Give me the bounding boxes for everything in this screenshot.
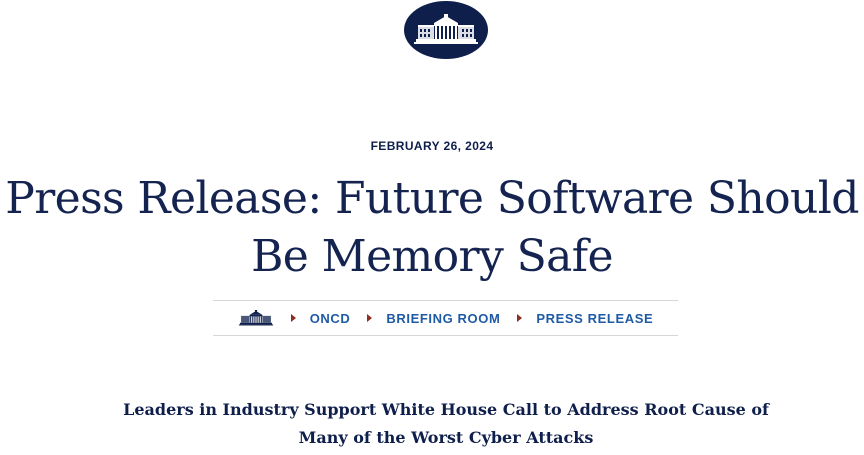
white-house-icon [238, 310, 273, 326]
white-house-logo[interactable] [404, 1, 488, 59]
white-house-icon [414, 14, 478, 44]
chevron-right-icon [290, 314, 296, 322]
breadcrumb-oncd[interactable]: ONCD [310, 311, 351, 326]
page-title: Press Release: Future Software Should Be… [0, 170, 864, 286]
breadcrumb: ONCD BRIEFING ROOM PRESS RELEASE [213, 300, 678, 336]
chevron-right-icon [517, 314, 523, 322]
publish-date: FEBRUARY 26, 2024 [370, 139, 494, 153]
subtitle-line-1: Leaders in Industry Support White House … [123, 400, 769, 419]
article-subtitle: Leaders in Industry Support White House … [0, 396, 864, 452]
breadcrumb-home-link[interactable] [238, 310, 274, 326]
chevron-right-icon [367, 314, 373, 322]
subtitle-line-2: Many of the Worst Cyber Attacks [298, 428, 594, 447]
breadcrumb-briefing-room[interactable]: BRIEFING ROOM [386, 311, 500, 326]
title-line-1: Press Release: Future Software Should [5, 173, 859, 224]
breadcrumb-press-release[interactable]: PRESS RELEASE [536, 311, 653, 326]
title-line-2: Be Memory Safe [251, 231, 613, 282]
